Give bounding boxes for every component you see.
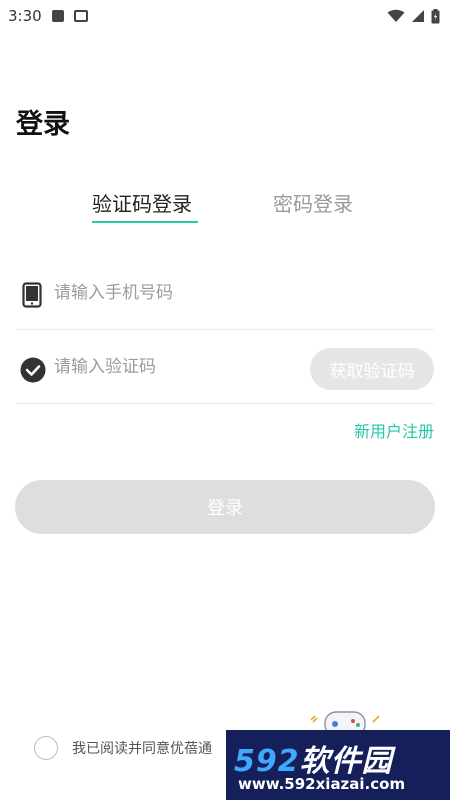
verification-code-row: 获取验证码 [16, 330, 434, 404]
watermark-brand: 592软件园 [234, 744, 393, 779]
register-link[interactable]: 新用户注册 [354, 418, 434, 442]
status-left: 3:30 [8, 7, 88, 25]
status-time: 3:30 [8, 7, 42, 25]
notification-book-icon [73, 10, 88, 22]
phone-number-input[interactable] [54, 280, 294, 306]
wifi-icon [387, 9, 405, 22]
tab-sms-code-login[interactable]: 验证码登录 [92, 188, 192, 217]
verification-code-input[interactable] [54, 354, 294, 380]
page-title: 登录 [16, 109, 70, 140]
login-button[interactable]: 登录 [15, 480, 435, 534]
shield-check-icon [20, 357, 46, 383]
phone-icon [22, 282, 42, 308]
get-code-button[interactable]: 获取验证码 [310, 348, 434, 390]
agreement-row: 我已阅读并同意优蓓通 [34, 734, 212, 762]
signal-icon [412, 10, 424, 22]
tab-password-login[interactable]: 密码登录 [273, 188, 353, 217]
notification-a-icon [51, 10, 64, 22]
agreement-checkbox[interactable] [34, 736, 58, 760]
status-right [387, 8, 440, 24]
login-mode-tabs: 验证码登录 密码登录 [0, 188, 450, 228]
battery-icon [431, 8, 440, 23]
watermark-url: www.592xiazai.com [238, 775, 406, 793]
status-bar: 3:30 [0, 0, 450, 32]
watermark-logo: 592软件园 www.592xiazai.com [226, 730, 450, 800]
active-tab-indicator [92, 221, 198, 223]
agreement-text: 我已阅读并同意优蓓通 [72, 741, 212, 757]
phone-row [16, 256, 434, 330]
